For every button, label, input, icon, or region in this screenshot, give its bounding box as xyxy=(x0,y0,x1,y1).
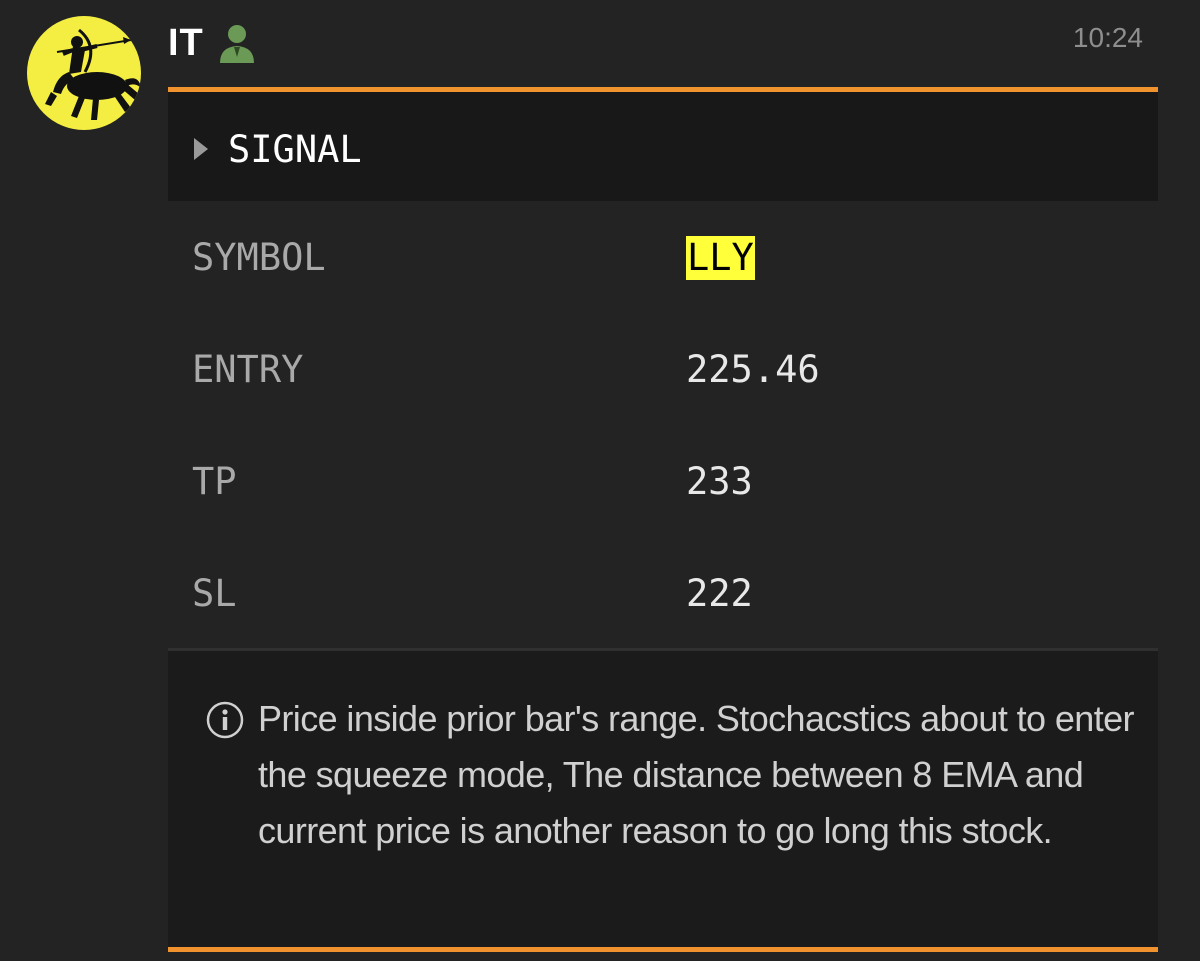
embed-bottom-border xyxy=(168,947,1158,952)
avatar[interactable] xyxy=(27,16,141,130)
signal-note-text: Price inside prior bar's range. Stochacs… xyxy=(258,698,1135,851)
expand-triangle-icon[interactable] xyxy=(194,138,208,160)
table-row-sl: SL 222 xyxy=(168,537,1158,649)
signal-embed: SIGNAL SYMBOL LLY ENTRY 225.46 TP 233 SL… xyxy=(168,87,1158,955)
row-label: TP xyxy=(192,460,237,503)
signal-spoiler-header[interactable]: SIGNAL xyxy=(168,92,1158,201)
info-icon xyxy=(206,701,244,739)
table-row-tp: TP 233 xyxy=(168,425,1158,537)
row-label: SYMBOL xyxy=(192,236,326,279)
sl-value: 222 xyxy=(686,572,753,615)
user-badge-icon xyxy=(219,25,254,63)
author-name[interactable]: IT xyxy=(168,22,204,65)
table-row-entry: ENTRY 225.46 xyxy=(168,313,1158,425)
signal-table: SYMBOL LLY ENTRY 225.46 TP 233 SL 222 xyxy=(168,201,1158,648)
table-row-symbol: SYMBOL LLY xyxy=(168,201,1158,313)
signal-title: SIGNAL xyxy=(228,128,362,171)
signal-note: Price inside prior bar's range. Stochacs… xyxy=(168,651,1158,947)
row-label: ENTRY xyxy=(192,348,304,391)
symbol-value: LLY xyxy=(686,236,755,280)
message-timestamp: 10:24 xyxy=(1072,22,1143,53)
entry-value: 225.46 xyxy=(686,348,820,391)
row-label: SL xyxy=(192,572,237,615)
message-header: IT xyxy=(168,18,256,68)
archer-centaur-icon xyxy=(45,28,141,120)
tp-value: 233 xyxy=(686,460,753,503)
